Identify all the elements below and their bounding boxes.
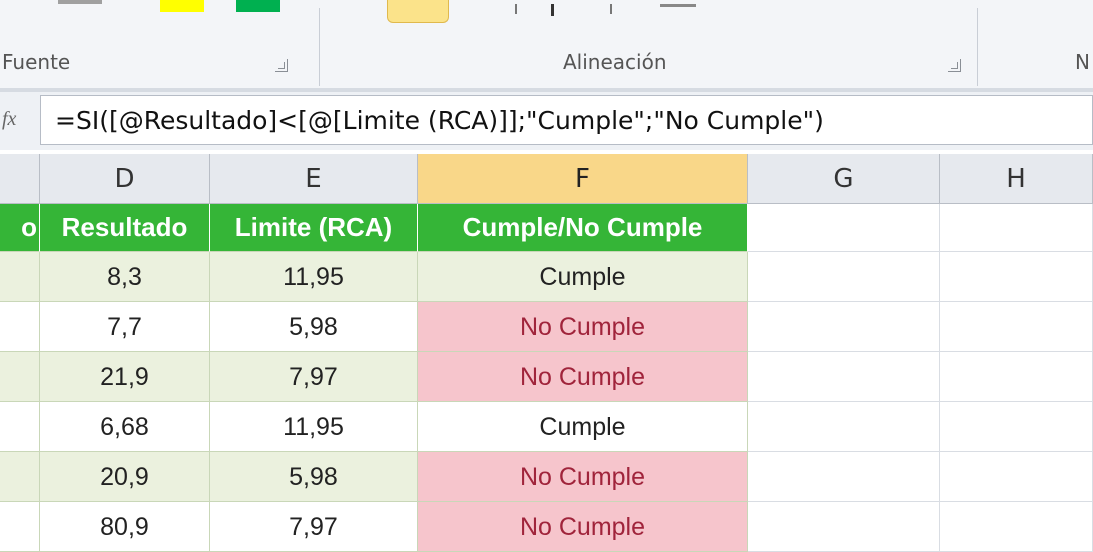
- cell-resultado[interactable]: 7,7: [40, 302, 210, 352]
- cell-limite[interactable]: 11,95: [210, 252, 418, 302]
- empty-cell[interactable]: [748, 452, 940, 502]
- table-cell-partial[interactable]: [0, 452, 40, 502]
- table-header-limite[interactable]: Limite (RCA): [210, 204, 418, 252]
- empty-cell[interactable]: [940, 502, 1093, 552]
- align-divider: [515, 4, 517, 14]
- group-label-alineacion: Alineación: [563, 50, 667, 74]
- cell-resultado[interactable]: 80,9: [40, 502, 210, 552]
- cell-limite[interactable]: 5,98: [210, 302, 418, 352]
- group-label-numero: N: [1075, 50, 1090, 74]
- cell-resultado[interactable]: 21,9: [40, 352, 210, 402]
- column-header-h[interactable]: H: [940, 154, 1093, 204]
- table-cell-partial[interactable]: [0, 352, 40, 402]
- column-header-d[interactable]: D: [40, 154, 210, 204]
- cell-cumple-status[interactable]: No Cumple: [418, 452, 748, 502]
- cell-resultado[interactable]: 8,3: [40, 252, 210, 302]
- cell-limite[interactable]: 5,98: [210, 452, 418, 502]
- table-cell-partial[interactable]: [0, 402, 40, 452]
- fill-color-button[interactable]: [160, 0, 204, 12]
- column-header-partial[interactable]: [0, 154, 40, 204]
- alineacion-dialog-launcher-icon[interactable]: [948, 59, 961, 72]
- fx-icon: fx: [2, 108, 17, 130]
- fx-button[interactable]: fx: [0, 92, 36, 150]
- cell-cumple-status[interactable]: No Cumple: [418, 502, 748, 552]
- cell-limite[interactable]: 7,97: [210, 502, 418, 552]
- group-separator: [319, 8, 320, 86]
- align-icon[interactable]: [551, 4, 554, 16]
- group-label-fuente: Fuente: [2, 50, 71, 74]
- empty-cell[interactable]: [940, 452, 1093, 502]
- formula-input[interactable]: =SI([@Resultado]<[@[Limite (RCA)]];"Cump…: [40, 95, 1093, 145]
- table-cell-partial[interactable]: [0, 252, 40, 302]
- table-header-partial[interactable]: o: [0, 204, 40, 252]
- group-separator: [977, 8, 978, 86]
- font-color-button[interactable]: [236, 0, 280, 12]
- empty-cell[interactable]: [940, 204, 1093, 252]
- empty-cell[interactable]: [748, 352, 940, 402]
- cell-limite[interactable]: 7,97: [210, 352, 418, 402]
- table-header-resultado[interactable]: Resultado: [40, 204, 210, 252]
- empty-cell[interactable]: [748, 502, 940, 552]
- empty-cell[interactable]: [940, 352, 1093, 402]
- empty-cell[interactable]: [940, 302, 1093, 352]
- cell-limite[interactable]: 11,95: [210, 402, 418, 452]
- cell-cumple-status[interactable]: Cumple: [418, 402, 748, 452]
- cell-resultado[interactable]: 20,9: [40, 452, 210, 502]
- column-header-e[interactable]: E: [210, 154, 418, 204]
- border-button[interactable]: [58, 0, 102, 4]
- cell-resultado[interactable]: 6,68: [40, 402, 210, 452]
- merge-icon[interactable]: [660, 4, 696, 7]
- worksheet-grid: D E F G H o Resultado Limite (RCA) Cumpl…: [0, 154, 1093, 552]
- table-header-cumple[interactable]: Cumple/No Cumple: [418, 204, 748, 252]
- table-cell-partial[interactable]: [0, 502, 40, 552]
- cell-cumple-status[interactable]: Cumple: [418, 252, 748, 302]
- ribbon: Fuente Alineación N: [0, 0, 1093, 92]
- empty-cell[interactable]: [748, 302, 940, 352]
- fuente-dialog-launcher-icon[interactable]: [275, 59, 288, 72]
- empty-cell[interactable]: [748, 204, 940, 252]
- empty-cell[interactable]: [940, 402, 1093, 452]
- wrap-text-button[interactable]: [387, 0, 449, 23]
- table-cell-partial[interactable]: [0, 302, 40, 352]
- empty-cell[interactable]: [748, 402, 940, 452]
- align-divider: [610, 4, 612, 14]
- formula-bar: fx =SI([@Resultado]<[@[Limite (RCA)]];"C…: [0, 92, 1093, 150]
- column-header-g[interactable]: G: [748, 154, 940, 204]
- cell-cumple-status[interactable]: No Cumple: [418, 352, 748, 402]
- cell-cumple-status[interactable]: No Cumple: [418, 302, 748, 352]
- empty-cell[interactable]: [940, 252, 1093, 302]
- empty-cell[interactable]: [748, 252, 940, 302]
- column-header-f[interactable]: F: [418, 154, 748, 204]
